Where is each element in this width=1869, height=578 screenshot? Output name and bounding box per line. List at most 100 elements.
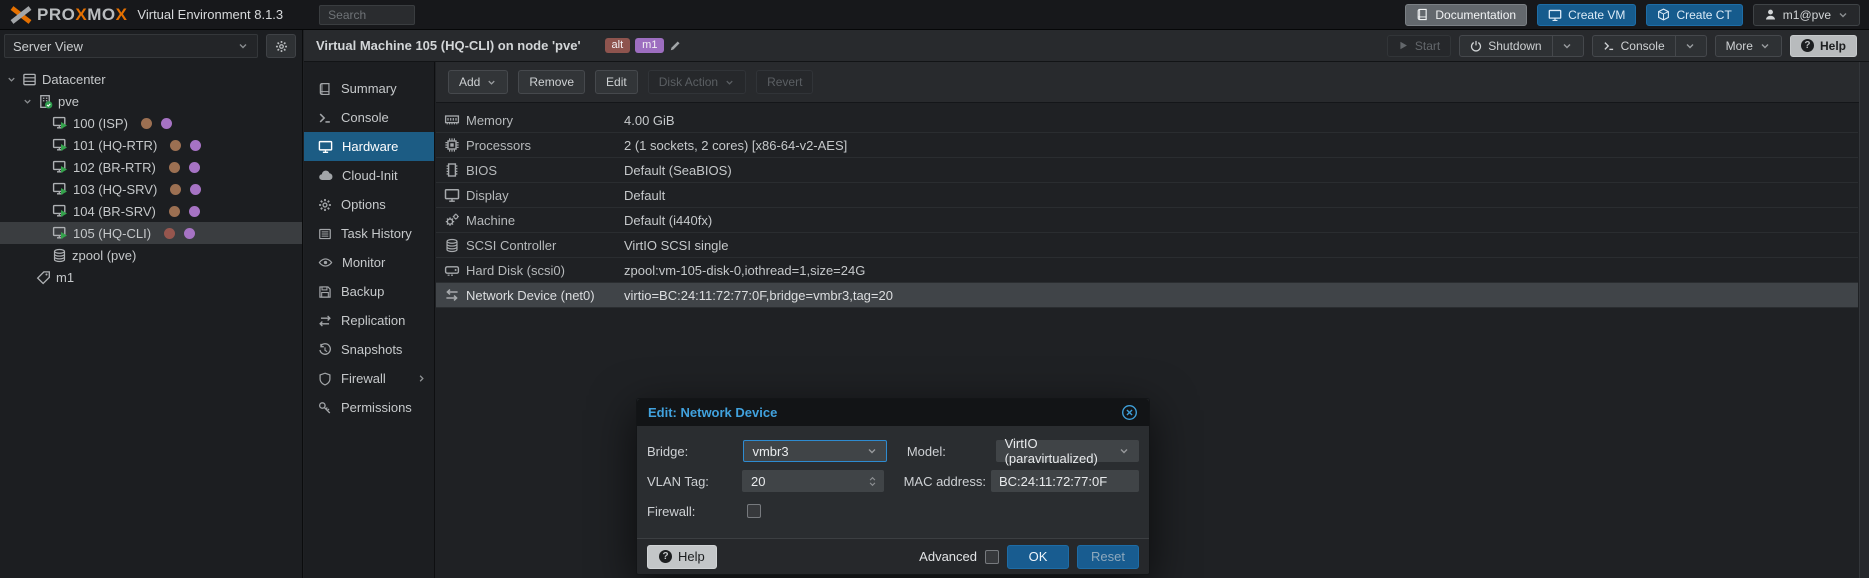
tag-alt: alt (605, 38, 631, 53)
menu-item-permissions[interactable]: Permissions (304, 393, 434, 422)
table-row-machine[interactable]: Machine Default (i440fx) (436, 208, 1858, 233)
expander-icon[interactable] (22, 96, 33, 107)
tag-dot (170, 140, 181, 151)
tag-dot (164, 228, 175, 239)
tree-item-storage-zpool[interactable]: zpool (pve) (0, 244, 302, 266)
menu-item-snapshots[interactable]: Snapshots (304, 335, 434, 364)
view-selector[interactable]: Server View (4, 34, 258, 58)
question-icon: ? (1801, 39, 1814, 52)
dialog-body: Bridge: vmbr3 Model: VirtIO (paravirtual… (637, 426, 1149, 538)
gear-icon (318, 198, 332, 212)
menu-item-hardware[interactable]: Hardware (304, 132, 434, 161)
table-row-memory[interactable]: Memory 4.00 GiB (436, 108, 1858, 133)
tree-item-vm-102[interactable]: 102 (BR-RTR) (0, 156, 302, 178)
model-combobox[interactable]: VirtIO (paravirtualized) (996, 440, 1139, 462)
menu-item-console[interactable]: Console (304, 103, 434, 132)
menu-item-replication[interactable]: Replication (304, 306, 434, 335)
tree-item-datacenter[interactable]: Datacenter (0, 68, 302, 90)
table-row-display[interactable]: Display Default (436, 183, 1858, 208)
edit-button[interactable]: Edit (595, 70, 638, 94)
vm-running-icon (52, 159, 68, 175)
tree-item-vm-101[interactable]: 101 (HQ-RTR) (0, 134, 302, 156)
dialog-help-button[interactable]: ? Help (647, 545, 717, 569)
user-icon (1764, 8, 1777, 21)
help-button[interactable]: ? Help (1790, 35, 1857, 57)
vm-menu: Summary Console Hardware Cloud-Init Opti… (304, 62, 435, 578)
book-icon (1416, 8, 1429, 21)
user-menu-button[interactable]: m1@pve (1753, 4, 1860, 26)
create-vm-button[interactable]: Create VM (1537, 4, 1636, 26)
chevron-down-icon (1837, 9, 1849, 21)
dialog-title: Edit: Network Device (648, 405, 777, 420)
vlan-tag-spinner[interactable]: 20 (742, 470, 884, 492)
table-row-network-device[interactable]: Network Device (net0) virtio=BC:24:11:72… (436, 283, 1858, 308)
menu-item-options[interactable]: Options (304, 190, 434, 219)
floppy-icon (318, 285, 332, 299)
console-menu-caret[interactable] (1684, 40, 1696, 52)
chevron-down-icon (237, 40, 249, 52)
datacenter-icon (22, 72, 37, 87)
console-button[interactable]: Console (1592, 35, 1707, 57)
disk-action-button[interactable]: Disk Action (648, 70, 746, 94)
database-icon (444, 238, 460, 253)
bridge-combobox[interactable]: vmbr3 (743, 440, 886, 462)
cloud-icon (318, 168, 333, 183)
dialog-header[interactable]: Edit: Network Device (637, 399, 1149, 426)
advanced-label: Advanced (919, 549, 977, 564)
shutdown-button[interactable]: Shutdown (1459, 35, 1583, 57)
menu-item-task-history[interactable]: Task History (304, 219, 434, 248)
create-ct-button[interactable]: Create CT (1646, 4, 1742, 26)
tag-dot (169, 206, 180, 217)
tag-dot (189, 162, 200, 173)
monitor-icon (318, 139, 333, 154)
tag-dot (190, 140, 201, 151)
chevron-down-icon (1118, 445, 1130, 457)
mac-address-field[interactable] (991, 470, 1139, 492)
network-exchange-icon (444, 287, 460, 303)
remove-button[interactable]: Remove (518, 70, 585, 94)
tree-item-vm-103[interactable]: 103 (HQ-SRV) (0, 178, 302, 200)
menu-item-summary[interactable]: Summary (304, 74, 434, 103)
resource-tree: Datacenter pve 100 (ISP) 101 (HQ-RTR) 10… (0, 68, 302, 288)
menu-item-cloud-init[interactable]: Cloud-Init (304, 161, 434, 190)
chevron-down-icon (866, 445, 878, 457)
tree-item-pool-m1[interactable]: m1 (0, 266, 302, 288)
table-row-processors[interactable]: Processors 2 (1 sockets, 2 cores) [x86-6… (436, 133, 1858, 158)
menu-item-firewall[interactable]: Firewall (304, 364, 434, 393)
ok-button[interactable]: OK (1007, 545, 1069, 569)
table-row-scsi-controller[interactable]: SCSI Controller VirtIO SCSI single (436, 233, 1858, 258)
proxmox-x-icon (9, 5, 33, 25)
chevron-down-icon (724, 77, 735, 88)
spinner-arrows-icon[interactable] (866, 474, 879, 489)
revert-button[interactable]: Revert (756, 70, 813, 94)
add-button[interactable]: Add (448, 70, 508, 94)
search-input[interactable] (319, 5, 415, 25)
vertical-scrollbar[interactable] (1859, 62, 1869, 578)
tree-item-node-pve[interactable]: pve (0, 90, 302, 112)
shield-icon (318, 372, 332, 386)
reset-button[interactable]: Reset (1077, 545, 1139, 569)
expander-icon[interactable] (6, 74, 17, 85)
gear-icon (275, 40, 288, 53)
advanced-checkbox[interactable] (985, 550, 999, 564)
tree-item-vm-100[interactable]: 100 (ISP) (0, 112, 302, 134)
shutdown-menu-caret[interactable] (1561, 40, 1573, 52)
edit-tags-pencil-icon[interactable] (669, 39, 682, 52)
tag-icon (36, 270, 51, 285)
dialog-close-button[interactable] (1121, 404, 1138, 421)
menu-item-monitor[interactable]: Monitor (304, 248, 434, 277)
history-icon (318, 343, 332, 357)
tree-settings-button[interactable] (266, 34, 296, 58)
menu-item-backup[interactable]: Backup (304, 277, 434, 306)
start-button[interactable]: Start (1387, 35, 1451, 57)
hardware-table: Memory 4.00 GiB Processors 2 (1 sockets,… (436, 108, 1858, 308)
play-icon (1398, 40, 1409, 51)
tree-item-vm-104[interactable]: 104 (BR-SRV) (0, 200, 302, 222)
tree-item-vm-105[interactable]: 105 (HQ-CLI) (0, 222, 302, 244)
table-row-hard-disk[interactable]: Hard Disk (scsi0) zpool:vm-105-disk-0,io… (436, 258, 1858, 283)
table-row-bios[interactable]: BIOS Default (SeaBIOS) (436, 158, 1858, 183)
more-button[interactable]: More (1715, 35, 1782, 57)
firewall-checkbox[interactable] (747, 504, 761, 518)
microchip-icon (444, 162, 460, 178)
documentation-button[interactable]: Documentation (1405, 4, 1527, 26)
